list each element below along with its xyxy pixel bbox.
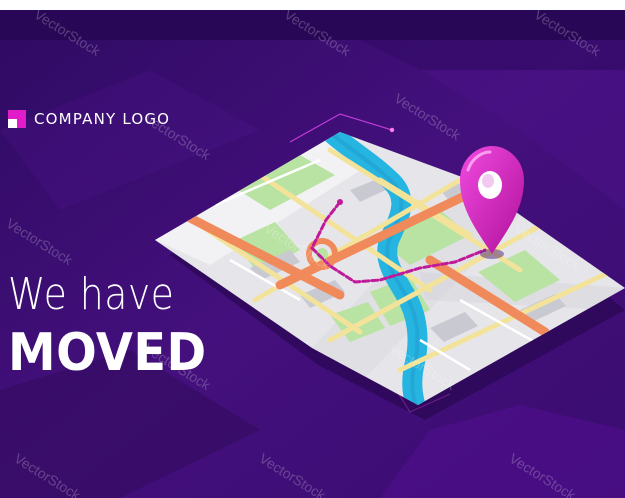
headline-line-1: We have	[8, 269, 175, 320]
logo-mark-icon	[8, 110, 26, 128]
headline-line-2: MOVED	[8, 323, 207, 383]
banner-image: VectorStock VectorStock VectorStock Vect…	[0, 0, 625, 498]
logo-text: COMPANY LOGO	[34, 110, 171, 128]
company-logo: COMPANY LOGO	[8, 110, 170, 128]
headline: We have MOVED	[8, 269, 224, 383]
moved-banner: VectorStock VectorStock VectorStock Vect…	[0, 10, 625, 498]
top-white-strip	[0, 0, 625, 10]
